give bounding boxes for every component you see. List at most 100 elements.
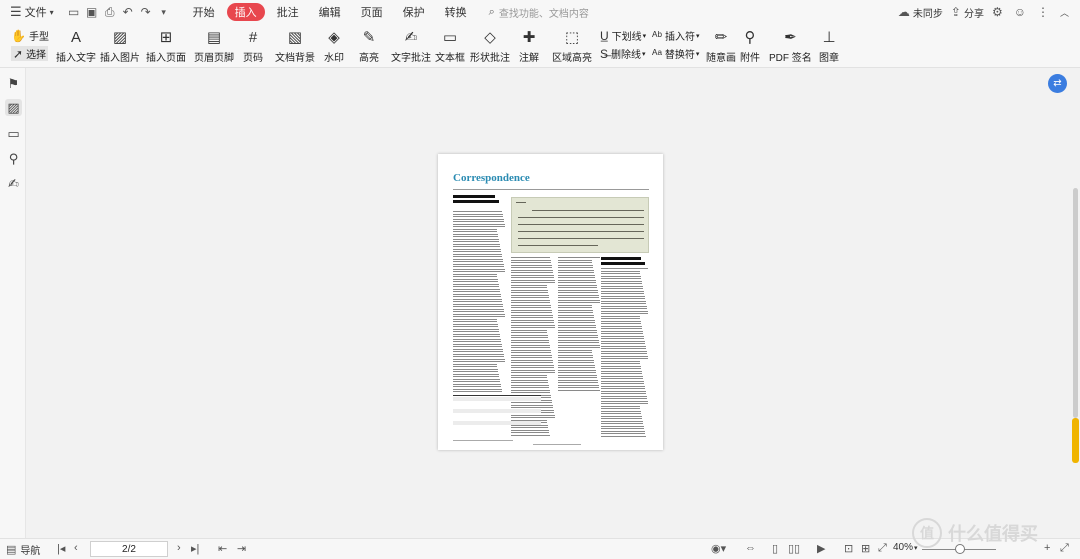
open-folder-icon[interactable]: ▭ <box>65 3 83 21</box>
text-line <box>453 326 498 327</box>
pdf-sign-button[interactable]: ✒ PDF 签名 <box>769 28 812 64</box>
file-menu[interactable]: ☰ 文件 ▾ <box>6 0 61 24</box>
comment-icon[interactable]: ▭ <box>5 125 22 142</box>
text-line <box>453 376 499 377</box>
text-line <box>511 302 550 303</box>
strikethrough-button[interactable]: S̶ 删除线 ▾ <box>600 46 646 62</box>
text-line <box>558 357 593 358</box>
expand-icon[interactable]: ⤢ <box>1060 542 1069 555</box>
ai-assistant-icon[interactable]: ⇄ <box>1048 74 1067 93</box>
print-icon[interactable]: ⎙ <box>101 3 119 21</box>
tab-protect[interactable]: 保护 <box>395 3 433 21</box>
page-number-input[interactable]: 2/2 <box>90 541 168 557</box>
text-line <box>511 339 549 341</box>
text-line <box>601 398 647 399</box>
area-highlight-label: 区域高亮 <box>552 53 592 64</box>
header-footer-button[interactable]: ▤ 页眉页脚 <box>194 28 234 64</box>
collapse-icon[interactable]: ︿ <box>1060 6 1072 19</box>
vertical-scrollbar[interactable] <box>1071 68 1080 538</box>
doc-background-button[interactable]: ▧ 文档背景 <box>275 28 315 64</box>
text-line <box>601 355 648 357</box>
fit-page-icon[interactable]: ⊞ <box>861 542 870 555</box>
freehand-label: 随意画 <box>706 53 736 64</box>
tab-edit[interactable]: 编辑 <box>311 3 349 21</box>
area-highlight-button[interactable]: ⬚ 区域高亮 <box>552 28 592 64</box>
attachment-icon[interactable]: ⚲ <box>5 150 22 167</box>
more-icon[interactable]: ⋮ <box>1037 5 1052 19</box>
insert-page-button[interactable]: ⊞ 插入页面 <box>146 28 186 64</box>
play-icon[interactable]: ▶ <box>817 542 825 555</box>
text-line <box>511 284 547 286</box>
text-line <box>453 341 501 342</box>
text-line <box>558 307 592 308</box>
pdf-page[interactable]: Correspondence <box>438 154 663 450</box>
forward-icon[interactable]: ⇥ <box>237 542 246 555</box>
page-number-button[interactable]: # 页码 <box>243 28 263 65</box>
underline-button[interactable]: U̲ 下划线 ▾ <box>600 28 646 44</box>
underline-label: 下划线 <box>611 32 642 43</box>
redo-icon[interactable]: ↷ <box>137 3 155 21</box>
next-page-icon[interactable]: › <box>177 542 181 554</box>
prev-page-icon[interactable]: ‹ <box>74 542 78 554</box>
signature-panel-icon[interactable]: ✍ <box>5 175 22 192</box>
insert-image-button[interactable]: ▨ 插入图片 <box>100 28 140 64</box>
scrollbar-thumb[interactable] <box>1073 188 1078 418</box>
tab-home[interactable]: 开始 <box>185 3 223 21</box>
navigation-button[interactable]: ▤ 导航 <box>6 542 40 557</box>
ribbon: ✋ 手型 ➚ 选择 A 插入文字 ▨ 插入图片 ⊞ 插入页面 ▤ 页眉页脚 # … <box>0 24 1080 68</box>
actual-size-icon[interactable]: ⊡ <box>844 542 853 555</box>
freehand-button[interactable]: ✏ 随意画 <box>706 28 736 64</box>
fit-width-icon[interactable]: ⇔ <box>745 542 756 554</box>
text-line <box>453 228 497 230</box>
insert-text-button[interactable]: A 插入文字 <box>56 28 96 65</box>
zoom-in-icon[interactable]: + <box>1044 542 1050 554</box>
shape-comment-button[interactable]: ◇ 形状批注 <box>470 28 510 64</box>
first-page-icon[interactable]: |◂ <box>57 542 65 555</box>
text-comment-button[interactable]: ✍ 文字批注 <box>391 28 431 64</box>
insert-mark-button[interactable]: ᴬᵇ 插入符 ▾ <box>652 28 699 44</box>
search-box[interactable]: ⌕ 查找功能、文档内容 <box>489 5 589 20</box>
fullscreen-icon[interactable]: ⤢ <box>878 542 887 555</box>
text-line <box>453 213 503 215</box>
double-page-icon[interactable]: ▯▯ <box>788 542 800 555</box>
more-chevron-icon[interactable]: ▾ <box>155 3 173 21</box>
back-icon[interactable]: ⇤ <box>218 542 227 555</box>
text-line <box>558 292 598 293</box>
text-line <box>511 342 549 343</box>
text-line <box>453 268 505 270</box>
thumbnail-icon[interactable]: ▨ <box>5 99 22 116</box>
eye-icon[interactable]: ◉▾ <box>711 542 726 555</box>
text-line <box>453 238 499 240</box>
text-line <box>453 303 503 305</box>
annotation-button[interactable]: ✚ 注解 <box>519 28 539 64</box>
textbox-button[interactable]: ▭ 文本框 <box>435 28 465 64</box>
text-comment-icon: ✍ <box>404 29 418 46</box>
bookmark-icon[interactable]: ⚑ <box>5 75 22 92</box>
tab-page[interactable]: 页面 <box>353 3 391 21</box>
text-line <box>511 314 553 316</box>
sync-button[interactable]: ☁ 未同步 <box>898 5 943 20</box>
chevron-down-icon: ▾ <box>695 50 700 58</box>
watermark-button[interactable]: ◈ 水印 <box>324 28 344 64</box>
stamp-button[interactable]: ⊥ 图章 <box>819 28 839 64</box>
zoom-value: 40% <box>893 542 914 553</box>
last-page-icon[interactable]: ▸| <box>191 542 199 555</box>
undo-icon[interactable]: ↶ <box>119 3 137 21</box>
tab-convert[interactable]: 转换 <box>437 3 475 21</box>
replace-mark-button[interactable]: ᴬᵃ 替换符 ▾ <box>652 46 700 62</box>
face-icon[interactable]: ☺ <box>1014 5 1029 19</box>
tab-insert[interactable]: 插入 <box>226 3 265 21</box>
text-line <box>601 370 642 372</box>
tab-comment[interactable]: 批注 <box>269 3 307 21</box>
text-line <box>558 359 594 361</box>
select-tool[interactable]: ➚ 选择 <box>11 46 49 61</box>
text-line <box>558 352 592 353</box>
hand-tool[interactable]: ✋ 手型 <box>11 28 49 44</box>
single-page-icon[interactable]: ▯ <box>772 542 778 555</box>
attachment-button[interactable]: ⚲ 附件 <box>740 28 760 64</box>
save-icon[interactable]: ▣ <box>83 3 101 21</box>
settings-icon[interactable]: ⚙ <box>992 5 1006 19</box>
highlight-button[interactable]: ✎ 高亮 <box>359 28 379 64</box>
text-line <box>511 334 548 336</box>
share-button[interactable]: ⇪ 分享 <box>951 5 984 20</box>
